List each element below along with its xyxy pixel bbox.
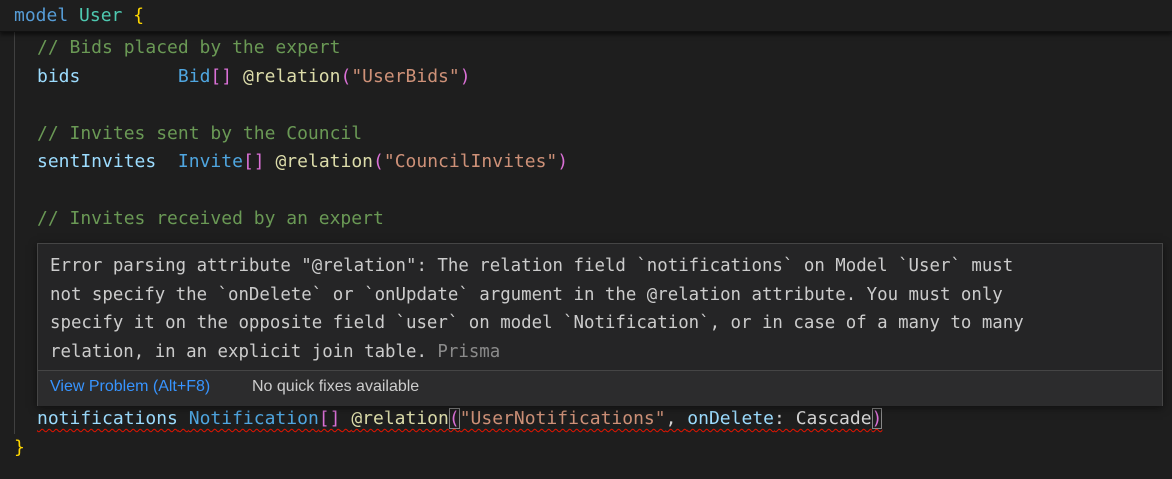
- open-brace: {: [133, 5, 145, 26]
- error-source: Prisma: [437, 341, 501, 362]
- code-line: }: [14, 434, 25, 462]
- model-keyword: model: [14, 5, 69, 26]
- field-name: sentInvites: [37, 151, 157, 172]
- model-name: User: [79, 5, 123, 26]
- model-declaration: model User {: [14, 2, 144, 30]
- argument-key: onDelete: [687, 408, 774, 429]
- error-message-line: relation, in an explicit join table. Pri…: [50, 341, 501, 362]
- attribute: @relation: [351, 408, 449, 429]
- sticky-scroll-header: model User {: [0, 0, 1172, 32]
- error-message-line: not specify the `onDelete` or `onUpdate`…: [50, 284, 1003, 305]
- comment: // Invites sent by the Council: [37, 123, 363, 144]
- close-brace: }: [14, 437, 25, 458]
- error-code-line: notifications Notification[] @relation("…: [37, 408, 883, 429]
- field-type: Invite: [177, 151, 243, 172]
- attribute: @relation: [275, 151, 374, 172]
- error-message-line: specify it on the opposite field `user` …: [50, 313, 1024, 334]
- hover-status-bar: View Problem (Alt+F8) No quick fixes ava…: [38, 371, 1162, 406]
- code-line: bids Bid[] @relation("UserBids"): [37, 66, 471, 87]
- string-literal: "CouncilInvites": [383, 151, 558, 172]
- view-problem-link[interactable]: View Problem (Alt+F8): [50, 378, 210, 396]
- field-type: Bid: [177, 66, 211, 87]
- no-quick-fixes-label: No quick fixes available: [252, 378, 420, 395]
- argument-value: Cascade: [795, 408, 872, 429]
- field-name: notifications: [37, 408, 178, 429]
- field-type: Notification: [188, 408, 319, 429]
- comment: // Invites received by an expert: [37, 208, 384, 229]
- string-literal: "UserNotifications": [459, 408, 666, 429]
- error-message-line: Error parsing attribute "@relation": The…: [50, 256, 1014, 276]
- code-line: // Invites received by an expert: [37, 205, 384, 233]
- error-message: Error parsing attribute "@relation": The…: [50, 252, 1150, 366]
- code-line: sentInvites Invite[] @relation("CouncilI…: [37, 151, 569, 172]
- string-literal: "UserBids": [351, 66, 460, 87]
- comment: // Bids placed by the expert: [37, 37, 341, 58]
- error-hover-widget: Error parsing attribute "@relation": The…: [37, 243, 1163, 406]
- attribute: @relation: [242, 66, 341, 87]
- code-line: // Bids placed by the expert: [37, 34, 340, 62]
- code-line: // Invites sent by the Council: [37, 120, 362, 148]
- field-name: bids: [37, 66, 81, 87]
- indent-guide: [14, 32, 15, 434]
